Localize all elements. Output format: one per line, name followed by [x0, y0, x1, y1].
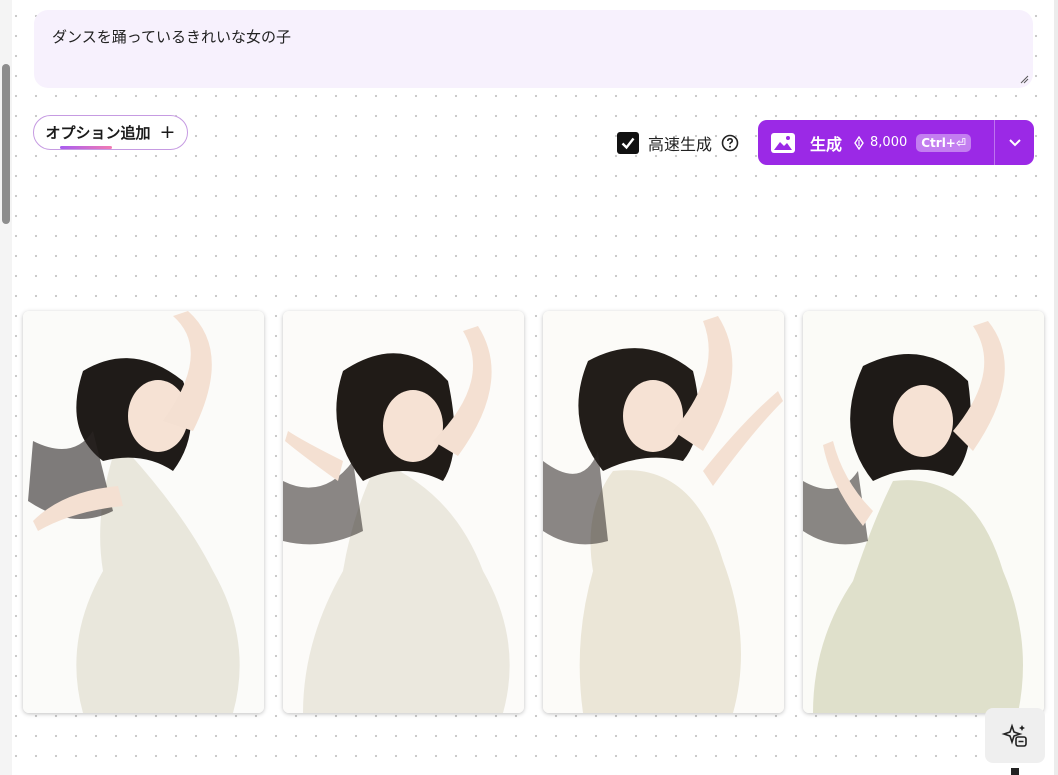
generate-button[interactable]: 生成 8,000 Ctrl+⏎	[758, 120, 1034, 165]
dancing-girl-image	[803, 311, 1044, 713]
ai-edit-button[interactable]	[985, 708, 1045, 763]
fast-generation-label: 高速生成	[648, 135, 713, 154]
dancing-girl-image	[23, 311, 264, 713]
help-circle-icon[interactable]	[721, 134, 739, 152]
shortcut-hint: Ctrl+⏎	[916, 133, 971, 152]
fast-generation-toggle[interactable]: 高速生成	[617, 131, 739, 155]
generated-image-card[interactable]	[803, 311, 1044, 713]
resize-grip-icon[interactable]	[1019, 74, 1029, 84]
generate-main[interactable]: 生成 8,000 Ctrl+⏎	[758, 120, 994, 165]
chevron-down-icon	[1008, 139, 1021, 147]
prompt-input[interactable]: ダンスを踊っているきれいな女の子	[34, 10, 1033, 88]
fab-edge	[1011, 768, 1019, 775]
option-underline	[60, 146, 112, 149]
dancing-girl-image	[543, 311, 784, 713]
scrollbar-thumb[interactable]	[2, 64, 10, 224]
right-edge-rail	[1054, 0, 1058, 775]
credit-cost: 8,000	[852, 135, 907, 150]
add-option-button[interactable]: オプション追加 +	[33, 115, 188, 150]
scrollbar-track[interactable]	[0, 0, 12, 775]
prompt-text: ダンスを踊っているきれいな女の子	[52, 28, 291, 46]
add-option-label: オプション追加	[45, 124, 151, 142]
check-icon	[621, 137, 635, 150]
generated-image-card[interactable]	[283, 311, 524, 713]
credit-value: 8,000	[870, 135, 908, 150]
credit-icon	[854, 135, 864, 150]
generate-label: 生成	[810, 134, 843, 154]
generated-image-card[interactable]	[543, 311, 784, 713]
image-icon	[771, 132, 795, 153]
generate-dropdown-button[interactable]	[995, 120, 1034, 165]
ai-edit-icon	[1001, 722, 1027, 747]
fast-generation-checkbox[interactable]	[617, 132, 639, 154]
dancing-girl-image	[283, 311, 524, 713]
generated-image-card[interactable]	[23, 311, 264, 713]
plus-icon: +	[159, 121, 176, 143]
